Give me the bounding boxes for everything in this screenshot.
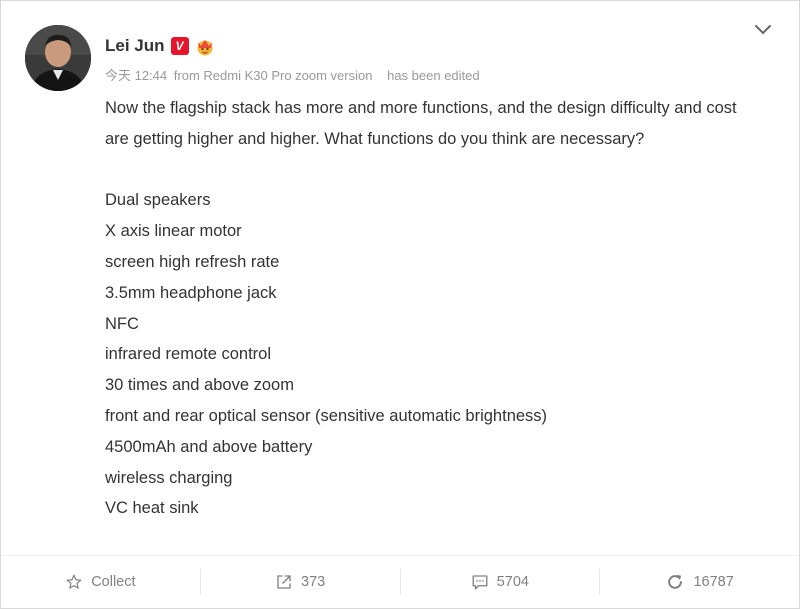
comment-icon bbox=[472, 575, 488, 590]
share-icon bbox=[277, 575, 291, 589]
feature-item: 30 times and above zoom bbox=[105, 376, 294, 395]
like-button[interactable]: 16787 bbox=[600, 556, 799, 608]
feature-item: front and rear optical sensor (sensitive… bbox=[105, 406, 548, 425]
vip-crown-icon[interactable] bbox=[194, 36, 216, 56]
comment-button[interactable]: 5704 bbox=[401, 556, 600, 608]
like-count: 16787 bbox=[693, 574, 734, 590]
feature-item: infrared remote control bbox=[105, 345, 271, 364]
weibo-post-card: Lei Jun V 今天 12:44 from Redmi K30 Pro zo… bbox=[0, 0, 800, 609]
feature-item: wireless charging bbox=[105, 468, 233, 487]
forward-button[interactable]: 373 bbox=[201, 556, 400, 608]
feature-item: VC heat sink bbox=[105, 499, 199, 518]
action-bar: Collect 373 5704 16787 bbox=[1, 555, 799, 608]
refresh-icon bbox=[668, 574, 683, 589]
post-intro: Now the flagship stack has more and more… bbox=[105, 99, 737, 148]
post-meta: 今天 12:44 from Redmi K30 Pro zoom version… bbox=[105, 65, 483, 84]
post-source[interactable]: from Redmi K30 Pro zoom version bbox=[174, 68, 373, 83]
avatar[interactable] bbox=[25, 25, 91, 91]
chevron-down-icon[interactable] bbox=[753, 23, 773, 37]
feature-item: NFC bbox=[105, 314, 139, 333]
feature-list: Dual speakers X axis linear motor screen… bbox=[105, 185, 765, 524]
feature-item: 3.5mm headphone jack bbox=[105, 283, 277, 302]
feature-item: screen high refresh rate bbox=[105, 252, 280, 271]
forward-count: 373 bbox=[301, 574, 326, 590]
star-icon bbox=[66, 574, 82, 589]
feature-item: 4500mAh and above battery bbox=[105, 437, 313, 456]
collect-button[interactable]: Collect bbox=[1, 556, 200, 608]
collect-label: Collect bbox=[91, 574, 136, 590]
edited-label: has been edited bbox=[387, 68, 480, 83]
verified-badge-icon[interactable]: V bbox=[170, 37, 189, 55]
avatar-image bbox=[25, 25, 91, 91]
feature-item: X axis linear motor bbox=[105, 222, 242, 241]
author-row: Lei Jun V bbox=[105, 34, 216, 58]
comment-count: 5704 bbox=[496, 574, 529, 590]
author-name[interactable]: Lei Jun bbox=[105, 36, 165, 56]
feature-item: Dual speakers bbox=[105, 191, 211, 210]
post-content: Now the flagship stack has more and more… bbox=[105, 93, 765, 524]
post-time[interactable]: 今天 12:44 bbox=[105, 68, 167, 83]
